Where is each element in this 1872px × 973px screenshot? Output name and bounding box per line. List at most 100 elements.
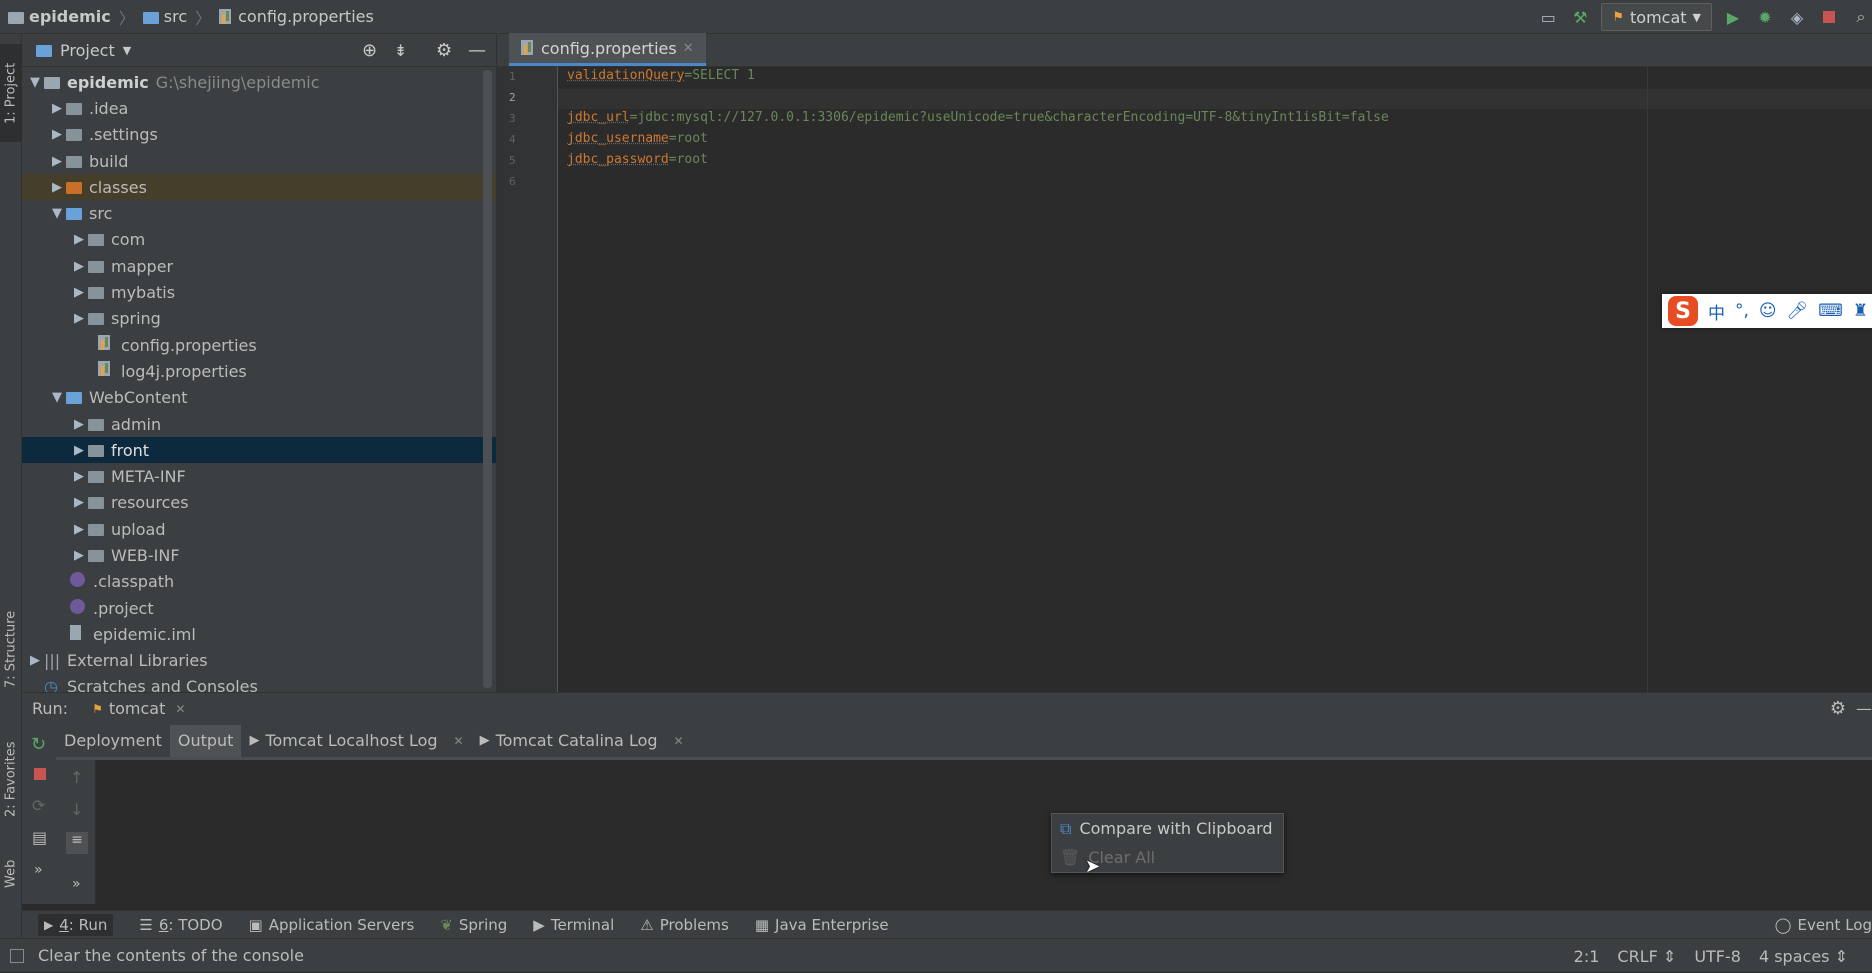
- favorites-tool-tab[interactable]: 2: Favorites: [0, 724, 22, 834]
- collapse-arrow-icon[interactable]: ▶: [48, 127, 66, 142]
- tree-node-upload[interactable]: ▶ upload: [22, 516, 496, 542]
- gear-icon[interactable]: ⚙: [436, 40, 452, 61]
- more-icon[interactable]: »: [34, 862, 43, 878]
- tree-node-webcontent[interactable]: ▼ WebContent: [22, 385, 496, 411]
- collapse-arrow-icon[interactable]: ▶: [70, 285, 88, 300]
- expand-arrow-icon[interactable]: ▼: [26, 75, 44, 90]
- tool-terminal[interactable]: ▶ Terminal: [533, 916, 614, 934]
- breadcrumb-project[interactable]: epidemic: [29, 7, 111, 26]
- window-icon[interactable]: ▭: [1537, 6, 1559, 28]
- project-scrollbar[interactable]: [483, 70, 492, 688]
- indent-setting[interactable]: 4 spaces ⇕: [1759, 947, 1848, 966]
- tree-node-meta-inf[interactable]: ▶ META-INF: [22, 463, 496, 489]
- tree-node-build[interactable]: ▶ build: [22, 148, 496, 174]
- stop-icon[interactable]: [34, 768, 46, 780]
- collapse-arrow-icon[interactable]: ▶: [70, 443, 88, 458]
- collapse-arrow-icon[interactable]: ▶: [70, 522, 88, 537]
- skin-icon[interactable]: ♜: [1853, 301, 1868, 321]
- tab-deployment[interactable]: Deployment: [56, 725, 170, 757]
- collapse-arrow-icon[interactable]: ▶: [70, 417, 88, 432]
- project-tool-tab[interactable]: 1: Project: [0, 44, 22, 142]
- search-icon[interactable]: ⌕: [1850, 6, 1872, 28]
- tree-node-src[interactable]: ▼ src: [22, 200, 496, 226]
- tree-node-idea[interactable]: ▶ .idea: [22, 95, 496, 121]
- collapse-arrow-icon[interactable]: ▶: [70, 232, 88, 247]
- tree-node-epidemic-iml[interactable]: epidemic.iml: [22, 621, 496, 647]
- tool-java-enterprise[interactable]: ▦ Java Enterprise: [755, 916, 889, 934]
- close-icon[interactable]: ✕: [454, 734, 464, 748]
- collapse-arrow-icon[interactable]: ▶: [48, 101, 66, 116]
- structure-tool-tab[interactable]: 7: Structure: [0, 594, 22, 704]
- tool-event-log[interactable]: ◯ Event Log: [1775, 916, 1872, 934]
- expand-arrow-icon[interactable]: ▼: [48, 206, 66, 221]
- tree-node-project[interactable]: .project: [22, 595, 496, 621]
- tool-run[interactable]: ▶ 4: Run: [38, 913, 114, 936]
- tree-node-log4j-properties[interactable]: log4j.properties: [22, 358, 496, 384]
- collapse-arrow-icon[interactable]: ▶: [26, 653, 44, 668]
- soft-wrap-icon[interactable]: ≡: [66, 832, 88, 854]
- restore-icon[interactable]: ⟳: [32, 796, 45, 815]
- stop-icon[interactable]: [1818, 6, 1840, 28]
- keyboard-icon[interactable]: ⌨: [1818, 301, 1843, 321]
- coverage-icon[interactable]: ◈: [1786, 6, 1808, 28]
- rerun-icon[interactable]: ↻: [31, 734, 46, 755]
- collapse-arrow-icon[interactable]: ▶: [70, 259, 88, 274]
- down-arrow-icon[interactable]: ↓: [70, 800, 83, 819]
- locate-icon[interactable]: ⊕: [362, 40, 377, 61]
- tree-node-web-inf[interactable]: ▶ WEB-INF: [22, 542, 496, 568]
- tab-config-properties[interactable]: config.properties ✕: [509, 33, 706, 66]
- collapse-arrow-icon[interactable]: ▶: [70, 311, 88, 326]
- tree-node-spring[interactable]: ▶ spring: [22, 306, 496, 332]
- project-view-select[interactable]: Project: [60, 41, 115, 60]
- tool-problems[interactable]: ⚠ Problems: [640, 916, 729, 934]
- tab-output[interactable]: Output: [169, 724, 242, 757]
- chevron-down-icon[interactable]: ▼: [123, 44, 131, 57]
- tree-node-resources[interactable]: ▶ resources: [22, 490, 496, 516]
- tree-node-classes[interactable]: ▶ classes: [22, 174, 496, 201]
- layout-icon[interactable]: ▤: [32, 828, 47, 847]
- ime-punctuation-toggle[interactable]: °,: [1735, 301, 1749, 321]
- collapse-arrow-icon[interactable]: ▶: [70, 495, 88, 510]
- tool-spring[interactable]: ❦ Spring: [440, 916, 507, 934]
- more-icon[interactable]: »: [72, 876, 81, 892]
- close-icon[interactable]: ✕: [683, 41, 694, 56]
- sogou-logo[interactable]: S: [1668, 296, 1698, 326]
- tree-node-mybatis[interactable]: ▶ mybatis: [22, 279, 496, 305]
- minimize-icon[interactable]: —: [468, 40, 486, 61]
- collapse-arrow-icon[interactable]: ▶: [70, 548, 88, 563]
- breadcrumb-file[interactable]: config.properties: [238, 7, 374, 26]
- close-icon[interactable]: ✕: [175, 702, 185, 716]
- gear-icon[interactable]: ⚙: [1830, 698, 1846, 719]
- expand-arrow-icon[interactable]: ▼: [48, 390, 66, 405]
- tree-node-epidemic[interactable]: ▼ epidemic G:\shejiing\epidemic: [22, 69, 496, 95]
- run-icon[interactable]: ▶: [1722, 6, 1744, 28]
- emoji-icon[interactable]: ☺: [1759, 301, 1777, 321]
- tree-node-settings[interactable]: ▶ .settings: [22, 122, 496, 148]
- caret-position[interactable]: 2:1: [1574, 947, 1600, 966]
- tree-node-external-libraries[interactable]: ▶ ||| External Libraries: [22, 648, 496, 674]
- line-separator[interactable]: CRLF ⇕: [1617, 947, 1676, 966]
- debug-icon[interactable]: ✹: [1754, 6, 1776, 28]
- run-configuration-select[interactable]: ⚑ tomcat ▼: [1601, 3, 1712, 31]
- collapse-arrow-icon[interactable]: ▶: [48, 154, 66, 169]
- tree-node-mapper[interactable]: ▶ mapper: [22, 253, 496, 279]
- tree-node-front[interactable]: ▶ front: [22, 437, 496, 464]
- up-arrow-icon[interactable]: ↑: [70, 768, 83, 787]
- breadcrumb-src[interactable]: src: [164, 7, 187, 26]
- tree-node-classpath[interactable]: .classpath: [22, 569, 496, 595]
- menu-item-compare-clipboard[interactable]: ⧉ Compare with Clipboard: [1052, 814, 1283, 843]
- tool-todo[interactable]: ☰ 6: TODO: [139, 916, 222, 934]
- tree-node-com[interactable]: ▶ com: [22, 227, 496, 253]
- collapse-all-icon[interactable]: ⇟: [394, 41, 407, 60]
- file-encoding[interactable]: UTF-8: [1694, 947, 1741, 966]
- web-tool-tab[interactable]: Web: [0, 844, 22, 904]
- close-icon[interactable]: ✕: [674, 734, 684, 748]
- tree-node-config-properties[interactable]: config.properties: [22, 332, 496, 358]
- build-hammer-icon[interactable]: ⚒: [1569, 6, 1591, 28]
- console-output[interactable]: [96, 763, 1872, 904]
- tool-application-servers[interactable]: ▣ Application Servers: [249, 916, 415, 934]
- collapse-arrow-icon[interactable]: ▶: [48, 180, 66, 195]
- ime-toolbar[interactable]: S 中 °, ☺ 🎤︎ ⌨ ♜: [1662, 294, 1872, 328]
- ime-mode-toggle[interactable]: 中: [1708, 299, 1725, 324]
- tree-node-admin[interactable]: ▶ admin: [22, 411, 496, 437]
